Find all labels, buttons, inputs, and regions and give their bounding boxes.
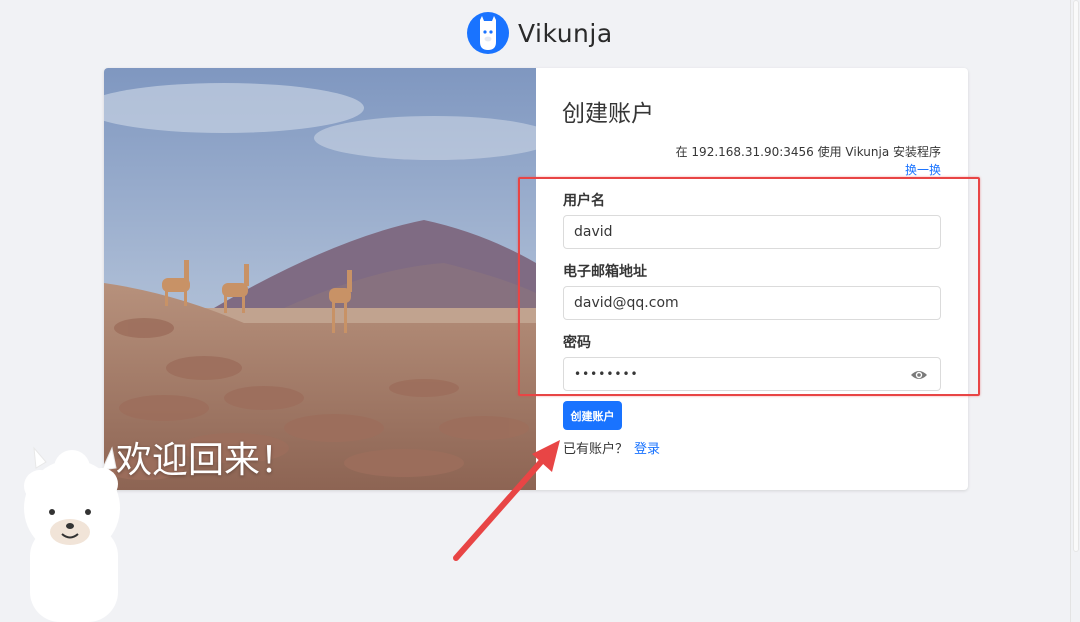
login-link[interactable]: 登录 [634, 442, 660, 457]
llama-mascot-icon [24, 446, 120, 622]
have-account-text: 已有账户？ [563, 442, 629, 457]
server-info: 在 192.168.31.90:3456 使用 Vikunja 安装程序 [675, 145, 941, 159]
vicuna-landscape-image [104, 68, 536, 490]
login-prompt: 已有账户？ 登录 [563, 438, 660, 457]
create-account-button[interactable]: 创建账户 [563, 401, 622, 430]
page-title: 创建账户 [562, 101, 654, 127]
llama-logo-icon [467, 12, 509, 54]
welcome-heading: 欢迎回来！ [116, 440, 297, 481]
annotation-highlight-box [518, 177, 980, 396]
annotation-arrow-icon [453, 440, 560, 561]
hero-image: 欢迎回来！ [104, 68, 536, 490]
page-scrollbar[interactable] [1070, 0, 1080, 622]
change-server-link[interactable]: 换一换 [905, 161, 941, 178]
app-name: Vikunja [518, 18, 613, 48]
app-logo[interactable]: Vikunja [467, 12, 613, 54]
scrollbar-thumb[interactable] [1073, 0, 1079, 552]
